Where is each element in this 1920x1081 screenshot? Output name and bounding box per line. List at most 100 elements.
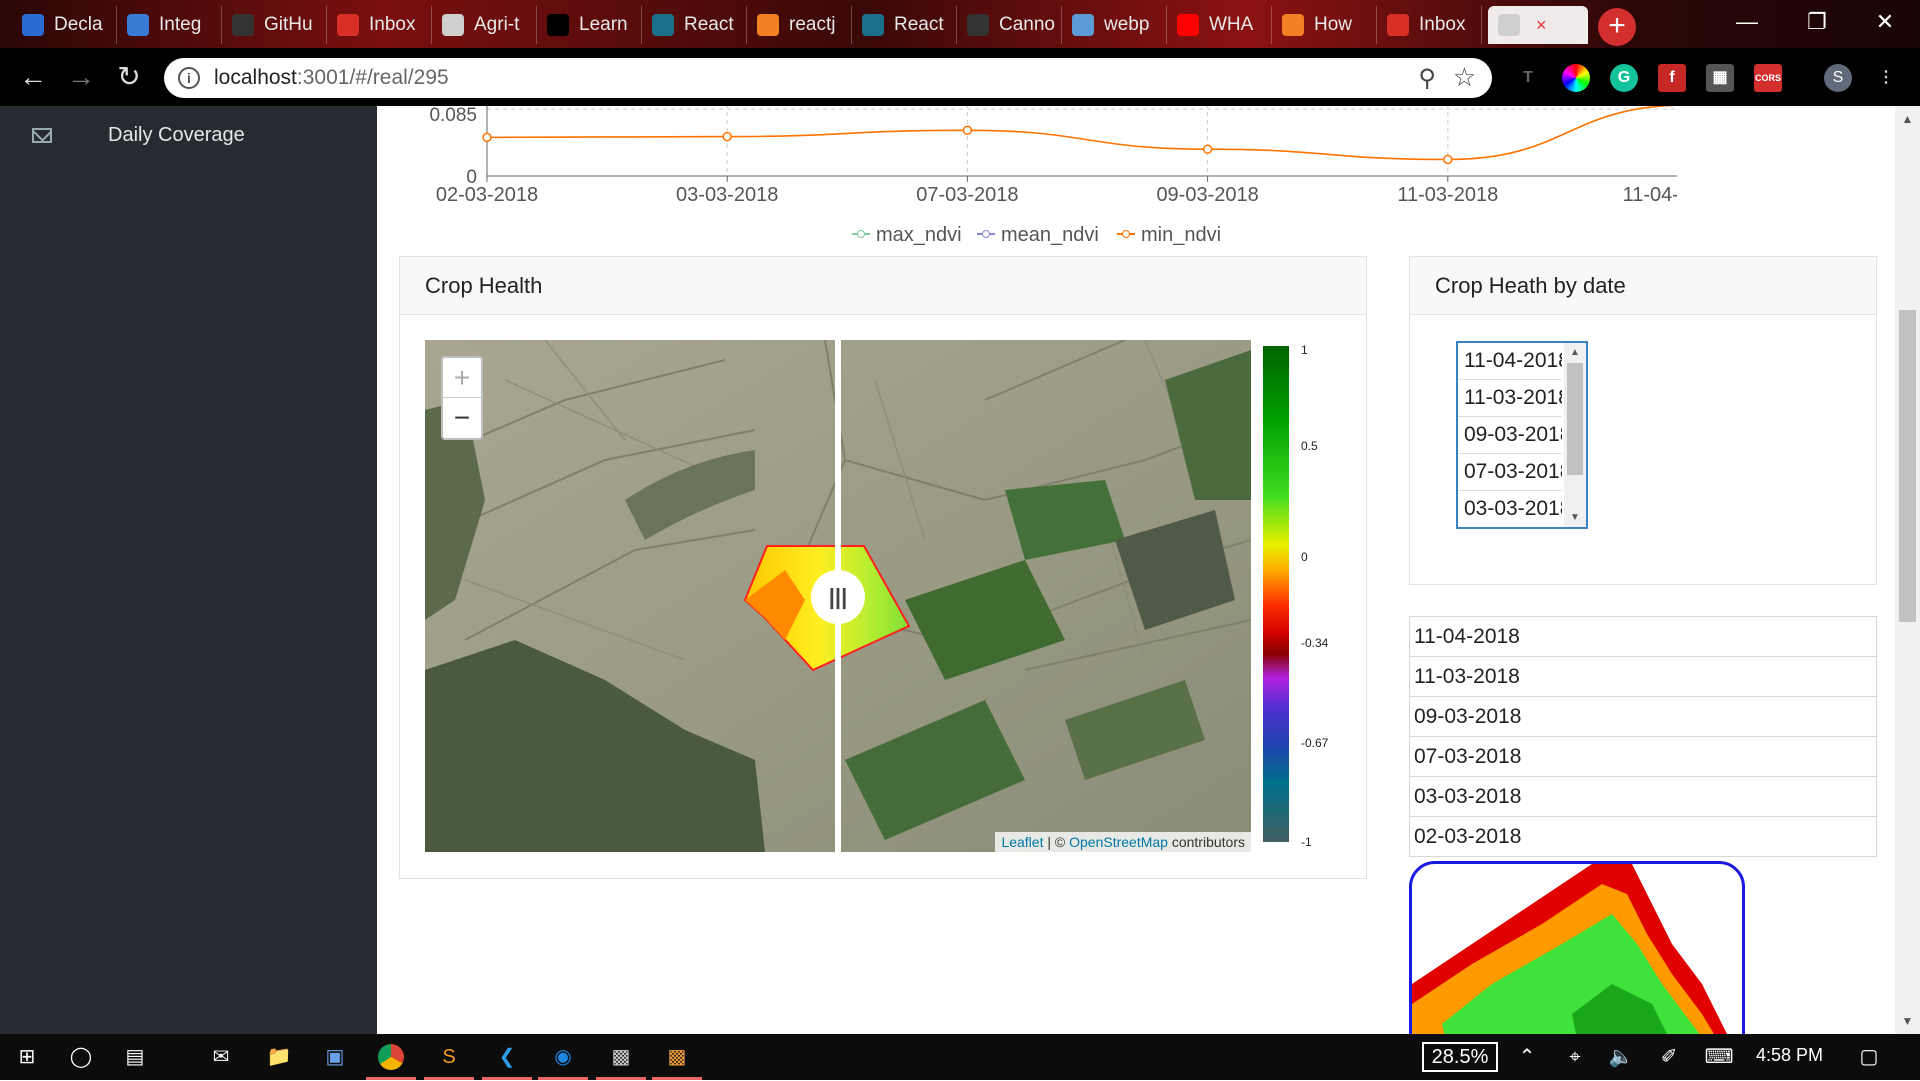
close-window-button[interactable]: ✕ <box>1850 0 1920 44</box>
date-select-listbox[interactable]: 11-04-2018 11-03-2018 09-03-2018 07-03-2… <box>1456 341 1588 529</box>
pen-icon[interactable]: ✐ <box>1652 1040 1686 1074</box>
x-tick-label: 11-04-2018 <box>1623 184 1677 206</box>
date-option[interactable]: 03-03-2018 <box>1458 491 1562 527</box>
typewriter-extension-icon[interactable]: T <box>1514 64 1542 92</box>
url-text[interactable]: localhost:3001/#/real/295 <box>214 66 449 90</box>
osm-link[interactable]: OpenStreetMap <box>1069 834 1168 850</box>
date-option[interactable]: 11-04-2018 <box>1458 343 1562 380</box>
swipe-handle[interactable]: ||| <box>811 570 865 624</box>
flash-extension-icon[interactable]: f <box>1658 64 1686 92</box>
battery-indicator[interactable]: 28.5% <box>1422 1042 1498 1072</box>
grammarly-extension-icon[interactable]: G <box>1610 64 1638 92</box>
tab-10[interactable]: webp <box>1062 6 1167 44</box>
profile-avatar[interactable]: S <box>1824 64 1852 92</box>
terminal-icon[interactable]: ▩ <box>596 1040 646 1080</box>
bookmark-star-icon[interactable]: ☆ <box>1453 62 1476 93</box>
data-point-min_ndvi <box>962 125 973 136</box>
date-list-item[interactable]: 11-04-2018 <box>1409 616 1877 657</box>
tab-label: reactj <box>789 14 836 35</box>
tab-label: GitHu <box>264 14 313 35</box>
sublime-text-icon[interactable]: S <box>424 1040 474 1080</box>
listbox-scroll-thumb[interactable] <box>1567 363 1583 475</box>
system-clock[interactable]: 4:58 PM <box>1756 1045 1823 1066</box>
chrome-icon[interactable] <box>366 1040 416 1080</box>
tab-13[interactable]: Inbox <box>1377 6 1482 44</box>
new-tab-button[interactable]: + <box>1598 8 1636 46</box>
tab-1[interactable]: Integ <box>117 6 222 44</box>
legend-label-max_ndvi: max_ndvi <box>876 224 962 246</box>
forward-button[interactable]: → <box>64 60 98 94</box>
task-view-icon[interactable]: ▤ <box>118 1040 152 1074</box>
restore-button[interactable]: ❐ <box>1782 0 1852 44</box>
messenger-icon[interactable]: ◉ <box>538 1040 588 1080</box>
vscode-icon[interactable]: ❮ <box>482 1040 532 1080</box>
crop-health-map[interactable]: ||| + − Leaflet | © OpenStreetMap contri… <box>425 340 1251 852</box>
webpack-icon <box>1072 14 1094 36</box>
scroll-up-arrow-icon[interactable]: ▲ <box>1564 347 1586 358</box>
date-list-item[interactable]: 02-03-2018 <box>1409 816 1877 857</box>
chart-grid <box>486 106 1677 176</box>
reload-button[interactable]: ↻ <box>112 60 146 94</box>
volume-icon[interactable]: 🔈 <box>1604 1040 1638 1074</box>
tab-6[interactable]: React <box>642 6 747 44</box>
network-app-icon[interactable]: ▣ <box>318 1040 352 1074</box>
tab-5[interactable]: Learn <box>537 6 642 44</box>
cors-extension-icon[interactable]: CORS <box>1754 64 1782 92</box>
scroll-up-arrow-icon[interactable]: ▲ <box>1895 112 1920 126</box>
date-option[interactable]: 11-03-2018 <box>1458 380 1562 417</box>
github-icon <box>232 14 254 36</box>
keyboard-icon[interactable]: ⌨ <box>1702 1040 1736 1074</box>
sidebar-item-daily-coverage[interactable]: Daily Coverage <box>0 122 377 162</box>
tab-11[interactable]: WHA <box>1167 6 1272 44</box>
wifi-icon[interactable]: ⌖ <box>1558 1040 1592 1074</box>
x-tick-label: 03-03-2018 <box>676 184 778 206</box>
minimize-button[interactable]: — <box>1712 0 1782 44</box>
mail-app-icon[interactable]: ✉ <box>204 1040 238 1074</box>
windows-start-icon[interactable]: ⊞ <box>10 1040 44 1074</box>
browser-toolbar: ← → ↻ i localhost:3001/#/real/295 ⚲ ☆ T … <box>0 48 1920 106</box>
date-list-item[interactable]: 07-03-2018 <box>1409 736 1877 777</box>
date-list-item[interactable]: 11-03-2018 <box>1409 656 1877 697</box>
date-list-item[interactable]: 09-03-2018 <box>1409 696 1877 737</box>
tab-active[interactable]: × <box>1488 6 1588 44</box>
date-option[interactable]: 09-03-2018 <box>1458 417 1562 454</box>
info-icon[interactable]: i <box>178 67 200 89</box>
color-picker-extension-icon[interactable] <box>1562 64 1590 92</box>
tab-strip: Decla Integ GitHu Inbox Agri-t Learn React reac… <box>0 0 1920 48</box>
tab-2[interactable]: GitHu <box>222 6 327 44</box>
leaflet-link[interactable]: Leaflet <box>1001 834 1043 850</box>
tab-4[interactable]: Agri-t <box>432 6 537 44</box>
zoom-out-button[interactable]: − <box>443 398 481 438</box>
tab-3[interactable]: Inbox <box>327 6 432 44</box>
zoom-in-button[interactable]: + <box>443 358 481 398</box>
tab-12[interactable]: How <box>1272 6 1377 44</box>
date-option[interactable]: 07-03-2018 <box>1458 454 1562 491</box>
cortana-search-icon[interactable]: ◯ <box>64 1040 98 1074</box>
zoom-icon[interactable]: ⚲ <box>1418 64 1436 93</box>
page-scroll-thumb[interactable] <box>1899 310 1916 622</box>
date-list-item[interactable]: 03-03-2018 <box>1409 776 1877 817</box>
page-scrollbar[interactable]: ▲ ▼ <box>1895 106 1920 1034</box>
url-host: localhost <box>214 66 297 89</box>
menu-icon[interactable]: ⋮ <box>1872 64 1900 92</box>
back-button[interactable]: ← <box>16 60 50 94</box>
file-explorer-icon[interactable]: 📁 <box>262 1040 296 1074</box>
address-bar[interactable]: i localhost:3001/#/real/295 ⚲ ☆ <box>164 58 1492 98</box>
legend-tick-1: 1 <box>1301 343 1308 357</box>
extension-icon[interactable]: ▦ <box>1706 64 1734 92</box>
tab-8[interactable]: React <box>852 6 957 44</box>
map-attribution: Leaflet | © OpenStreetMap contributors <box>995 832 1251 852</box>
paint-app-icon[interactable]: ▩ <box>652 1040 702 1080</box>
listbox-scrollbar[interactable]: ▲ ▼ <box>1564 343 1586 527</box>
tab-0[interactable]: Decla <box>12 6 117 44</box>
scroll-down-arrow-icon[interactable]: ▼ <box>1564 512 1586 523</box>
chevron-up-icon[interactable]: ⌃ <box>1510 1040 1544 1074</box>
crop-health-title: Crop Health <box>400 257 1366 315</box>
scroll-down-arrow-icon[interactable]: ▼ <box>1895 1014 1920 1028</box>
ndvi-thumbnail[interactable] <box>1409 861 1745 1034</box>
tab-9[interactable]: Canno <box>957 6 1062 44</box>
notification-icon[interactable]: ▢ <box>1852 1040 1886 1074</box>
tab-7[interactable]: reactj <box>747 6 852 44</box>
close-tab-icon[interactable]: × <box>1536 15 1547 36</box>
ndvi-thumbnail-image <box>1412 864 1727 1034</box>
